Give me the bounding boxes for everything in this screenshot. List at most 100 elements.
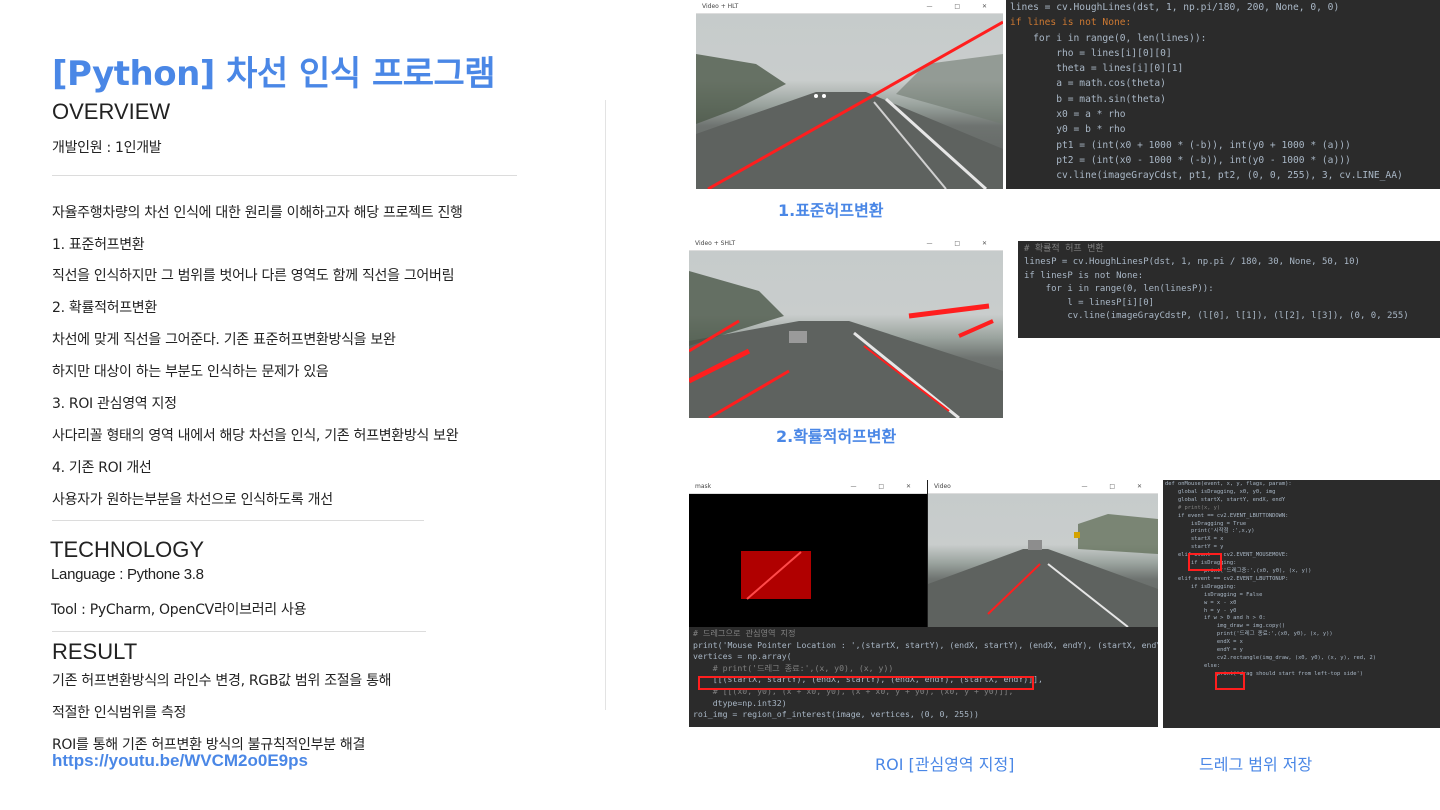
code-line: pt2 = (int(x0 - 1000 * (-b)), int(y0 - 1…	[1010, 154, 1351, 166]
code-line: cv.line(imageGrayCdstP, (l[0], l[1]), (l…	[1024, 311, 1409, 322]
code-line: vertices = np.array(	[693, 651, 792, 662]
code-line: startX = x	[1165, 536, 1224, 543]
code-line: y0 = b * rho	[1010, 124, 1126, 136]
code-line: endY = y	[1165, 647, 1243, 654]
code-line: # 드레그으로 관심영역 지정	[693, 628, 796, 638]
overview-line: 직선을 인식하지만 그 범위를 벗어나 다른 영역도 함께 직선을 그어버림	[52, 268, 455, 284]
caption-probabilistic: 2.확률적허프변환	[776, 427, 897, 446]
code-line: l = linesP[i][0]	[1024, 297, 1155, 308]
overview-line: 자율주행차량의 차선 인식에 대한 원리를 이해하고자 해당 프로젝트 진행	[52, 205, 463, 221]
code-line: x0 = a * rho	[1010, 109, 1126, 121]
code-line: # 확률적 허프 변환	[1024, 244, 1104, 254]
code-line: def onMouse(event, x, y, flags, param):	[1165, 481, 1292, 487]
highlight-box	[1215, 672, 1245, 690]
hough-standard-window: Video + HLT — □ ✕	[696, 0, 1003, 189]
vertical-divider	[605, 100, 606, 710]
result-heading: RESULT	[52, 639, 138, 664]
code-line: elif event == cv2.EVENT_LBUTTONUP:	[1165, 575, 1289, 582]
code-line: print('드레그 종료:',(x0, y0), (x, y))	[1165, 631, 1333, 638]
road-frame	[928, 494, 1158, 627]
code-line: rho = lines[i][0][0]	[1010, 47, 1172, 59]
code-line: if lines is not None:	[1010, 17, 1132, 29]
highlight-box	[698, 676, 1034, 690]
road-drawing	[928, 514, 1158, 627]
window-titlebar: Video + HLT — □ ✕	[696, 0, 1003, 14]
road-frame	[689, 251, 1003, 418]
code-line: print('시작점 :',x,y)	[1165, 528, 1255, 535]
code-line: global startX, startY, endX, endY	[1165, 496, 1286, 503]
code-line: # print('드레그 종료:',(x, y0), (x, y))	[693, 662, 894, 673]
code-line: for i in range(0, len(linesP)):	[1024, 284, 1214, 295]
code-line: if linesP is not None:	[1024, 270, 1144, 281]
code-line: print('drag should start from left-top s…	[1165, 670, 1363, 677]
code-line: b = math.sin(theta)	[1010, 93, 1166, 105]
code-line: pt1 = (int(x0 + 1000 * (-b)), int(y0 + 1…	[1010, 139, 1351, 151]
divider	[52, 175, 517, 176]
code-line: linesP = cv.HoughLinesP(dst, 1, np.pi / …	[1024, 257, 1360, 268]
overview-line: 2. 확률적허프변환	[52, 300, 157, 316]
roi-screenshot: mask — □ ✕ Video — □ ✕ # 드레그으로 관심영역 지정 p…	[689, 480, 1158, 727]
code-line: w = x - x0	[1165, 599, 1237, 606]
code-hough-standard: lines = cv.HoughLines(dst, 1, np.pi/180,…	[1006, 0, 1440, 189]
code-line: h = y - y0	[1165, 607, 1237, 614]
road-drawing	[696, 20, 1003, 189]
code-line: else:	[1165, 662, 1221, 669]
mask-window: mask — □ ✕	[689, 480, 927, 627]
overview-line: 1. 표준허프변환	[52, 237, 145, 253]
page-title: [Python] 차선 인식 프로그램	[52, 54, 496, 94]
code-drag: def onMouse(event, x, y, flags, param): …	[1163, 480, 1440, 728]
caption-standard: 1.표준허프변환	[778, 201, 884, 220]
video-window: Video — □ ✕	[928, 480, 1158, 627]
overview-line: 하지만 대상이 하는 부분도 인식하는 문제가 있음	[52, 364, 329, 380]
road-drawing	[689, 271, 1003, 418]
window-title: mask	[695, 483, 712, 490]
code-line: startY = y	[1165, 544, 1224, 551]
window-controls[interactable]: — □ ✕	[850, 483, 921, 490]
code-line: endX = x	[1165, 639, 1243, 646]
divider	[52, 520, 424, 521]
code-hough-probabilistic: # 확률적 허프 변환 linesP = cv.HoughLinesP(dst,…	[1018, 241, 1440, 338]
code-line: roi_img = region_of_interest(image, vert…	[693, 709, 979, 720]
code-line: print('Mouse Pointer Location : ',(start…	[693, 639, 1158, 650]
code-line: for i in range(0, len(lines)):	[1010, 32, 1207, 44]
code-line: a = math.cos(theta)	[1010, 78, 1166, 90]
overview-line: 사다리꼴 형태의 영역 내에서 해당 차선을 인식, 기존 허프변환방식 보완	[52, 428, 459, 444]
window-titlebar: Video — □ ✕	[928, 480, 1158, 494]
tool-text: Tool : PyCharm, OpenCV라이브러리 사용	[51, 602, 307, 618]
developers-text: 개발인원 : 1인개발	[52, 140, 162, 156]
code-line: cv.line(imageGrayCdst, pt1, pt2, (0, 0, …	[1010, 170, 1403, 182]
highlight-box	[1188, 553, 1222, 571]
caption-roi: ROI [관심영역 지정]	[875, 755, 1015, 774]
code-line: if w > 0 and h > 0:	[1165, 615, 1266, 622]
window-title: Video	[934, 483, 951, 490]
result-line: 기존 허프변환방식의 라인수 변경, RGB값 범위 조절을 통해	[52, 673, 392, 689]
overview-line: 차선에 맞게 직선을 그어준다. 기존 표준허프변환방식을 보완	[52, 332, 396, 348]
code-line: isDragging = False	[1165, 591, 1263, 598]
window-title: Video + SHLT	[695, 240, 736, 247]
overview-line: 3. ROI 관심영역 지정	[52, 396, 177, 412]
hough-probabilistic-window: Video + SHLT — □ ✕	[689, 237, 1003, 418]
code-line: # print(x, y)	[1165, 504, 1221, 511]
window-title: Video + HLT	[702, 3, 739, 10]
code-line: cv2.rectangle(img_draw, (x0, y0), (x, y)…	[1165, 654, 1376, 661]
overview-line: 사용자가 원하는부분을 차선으로 인식하도록 개선	[52, 492, 333, 508]
language-text: Language : Pythone 3.8	[51, 566, 204, 583]
window-controls[interactable]: — □ ✕	[1081, 483, 1152, 490]
youtube-link[interactable]: https://youtu.be/WVCM2o0E9ps	[52, 751, 308, 771]
code-line: theta = lines[i][0][1]	[1010, 63, 1184, 75]
overview-line: 4. 기존 ROI 개선	[52, 460, 152, 476]
code-line: if event == cv2.EVENT_LBUTTONDOWN:	[1165, 512, 1289, 519]
caption-drag: 드레그 범위 저장	[1199, 755, 1313, 774]
result-line: 적절한 인식범위를 측정	[52, 705, 187, 721]
code-line: lines = cv.HoughLines(dst, 1, np.pi/180,…	[1010, 2, 1340, 13]
divider	[52, 631, 426, 632]
window-controls[interactable]: — □ ✕	[926, 240, 997, 247]
technology-heading: TECHNOLOGY	[50, 537, 205, 562]
window-titlebar: Video + SHLT — □ ✕	[689, 237, 1003, 251]
window-controls[interactable]: — □ ✕	[926, 3, 997, 10]
code-line: if isDragging:	[1165, 583, 1237, 590]
mask-drawing	[689, 494, 927, 627]
road-frame	[696, 14, 1003, 189]
code-line: global isDragging, x0, y0, img	[1165, 488, 1276, 495]
overview-heading: OVERVIEW	[52, 99, 171, 124]
